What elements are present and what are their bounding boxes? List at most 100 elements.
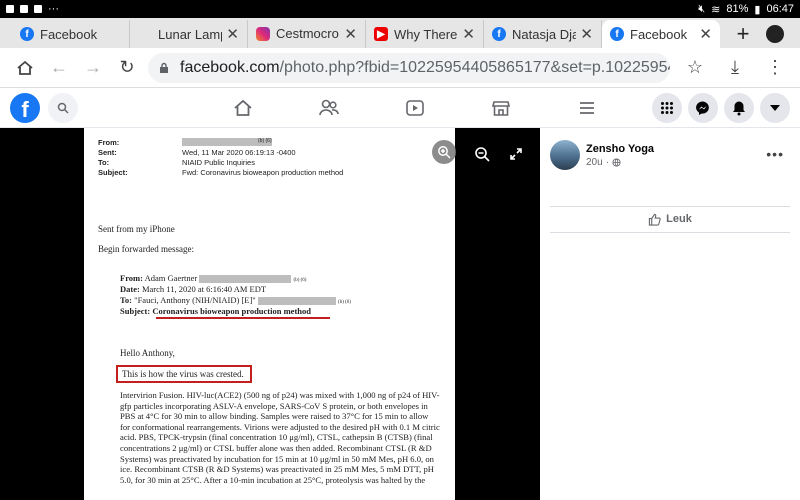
nav-marketplace[interactable] (458, 88, 544, 128)
marketplace-icon (491, 101, 511, 116)
header-value: Wed, 11 Mar 2020 06:19:13 -0400 (182, 148, 296, 157)
fwd-label: Date: (120, 284, 140, 294)
divider (550, 232, 790, 233)
fwd-label: Subject: (120, 306, 151, 316)
expand-icon (510, 148, 522, 160)
zoom-in-overlay-button[interactable] (432, 140, 456, 164)
close-tab-icon[interactable]: ✕ (226, 25, 239, 43)
like-button[interactable]: Leuk (550, 208, 790, 230)
clock: 06:47 (766, 3, 794, 15)
email-header-subject: Subject: Fwd: Coronavirus bioweapon prod… (98, 168, 343, 177)
video-icon (406, 100, 424, 116)
forwarded-to: To: "Fauci, Anthony (NIH/NIAID) [E]" (b)… (120, 295, 351, 306)
browser-tab-active[interactable]: f Facebook ✕ (602, 20, 720, 48)
mute-icon: 🔇︎ (698, 2, 706, 15)
header-key: Subject: (98, 168, 128, 177)
messenger-button[interactable] (688, 92, 718, 123)
apps-menu-button[interactable] (652, 92, 682, 123)
browser-tab[interactable]: ▶ Why There are ✕ (366, 20, 484, 48)
close-tab-icon[interactable]: ✕ (462, 25, 475, 43)
more-options-button[interactable]: ••• (766, 146, 784, 162)
fullscreen-button[interactable] (504, 142, 528, 166)
tab-title: Why There are (394, 26, 458, 42)
email-header-sent: Sent: Wed, 11 Mar 2020 06:19:13 -0400 (98, 148, 296, 157)
incognito-icon[interactable] (766, 25, 784, 43)
divider (550, 206, 790, 207)
facebook-icon: f (492, 27, 506, 41)
messenger-icon (696, 100, 709, 115)
redaction-label: (b) (6) (338, 300, 351, 305)
tab-title: Cestmocro 🇳🇱 (276, 26, 340, 41)
hamburger-icon (580, 102, 594, 114)
document-body: Intervirion Fusion. HIV-luc(ACE2) (500 n… (120, 390, 440, 485)
browser-tab[interactable]: Lunar Lamp™ ✕ (130, 20, 248, 48)
nav-menu[interactable] (544, 88, 630, 128)
post-author-name[interactable]: Zensho Yoga (586, 143, 654, 155)
fwd-subject-value: Coronavirus bioweapon production method (152, 306, 311, 316)
tab-title: Lunar Lamp™ (158, 26, 222, 42)
browser-tab[interactable]: Cestmocro 🇳🇱 ✕ (248, 20, 366, 48)
sent-from-line: Sent from my iPhone (98, 224, 175, 234)
search-button[interactable] (48, 92, 78, 123)
photo-viewer: From: (b) (6) Sent: Wed, 11 Mar 2020 06:… (0, 128, 540, 500)
close-tab-icon[interactable]: ✕ (580, 25, 593, 43)
download-button[interactable]: ⤓ (718, 51, 752, 85)
menu-button[interactable]: ⋮ (758, 51, 792, 85)
forward-button[interactable]: → (76, 51, 110, 85)
fwd-value: March 11, 2020 at 6:16:40 AM EDT (141, 284, 267, 294)
bookmark-star-button[interactable]: ☆ (678, 51, 712, 85)
account-menu-button[interactable] (760, 92, 790, 123)
grid-icon (661, 101, 673, 114)
tab-title: Facebook (40, 26, 98, 42)
more-notifications-icon: ··· (48, 3, 59, 15)
reload-button[interactable]: ↻ (110, 51, 144, 85)
redaction-label: (b) (6) (258, 138, 272, 144)
post-timestamp[interactable]: 20u (586, 157, 603, 168)
battery-level: 81% (726, 3, 749, 15)
forwarded-from: From: Adam Gaertner (b) (6) (120, 273, 306, 284)
nav-home[interactable] (200, 88, 286, 128)
back-button[interactable]: ← (42, 51, 76, 85)
redaction-bar (199, 275, 292, 284)
caret-down-icon (770, 104, 780, 111)
fwd-label: To: (120, 295, 132, 305)
youtube-icon: ▶ (374, 27, 388, 41)
avatar[interactable] (550, 140, 580, 170)
post-side-panel: Zensho Yoga 20u · ••• Leuk (540, 128, 800, 500)
email-header-to: To: NIAID Public Inquiries (98, 158, 255, 167)
dot-separator: · (605, 156, 610, 168)
nav-friends[interactable] (286, 88, 372, 128)
new-tab-button[interactable]: + (728, 20, 758, 48)
globe-icon (612, 157, 621, 167)
address-bar[interactable]: facebook.com/photo.php?fbid=102259544058… (148, 52, 670, 83)
wifi-icon: ≋ (711, 3, 721, 16)
home-button[interactable] (8, 51, 42, 85)
browser-toolbar: ← → ↻ facebook.com/photo.php?fbid=102259… (0, 48, 800, 88)
tab-title: Natasja Djaiv (512, 26, 577, 42)
facebook-main-nav (200, 88, 630, 128)
header-value: Fwd: Coronavirus bioweapon production me… (182, 168, 344, 177)
system-status-bar: ··· 🔇︎ ≋ 81% ▮ 06:47 (0, 0, 800, 18)
browser-tab[interactable]: f Facebook (12, 20, 130, 48)
facebook-header: f (0, 88, 800, 128)
post-author-block: Zensho Yoga 20u · (550, 140, 654, 170)
browser-tab[interactable]: f Natasja Djaiv ✕ (484, 20, 602, 48)
begin-forwarded-line: Begin forwarded message: (98, 244, 194, 254)
red-underline (156, 317, 330, 319)
redaction-bar (257, 297, 336, 306)
battery-icon: ▮ (754, 3, 761, 16)
zoom-in-icon (438, 146, 451, 159)
blank-favicon-icon (138, 27, 152, 41)
friends-icon (319, 99, 339, 116)
notifications-button[interactable] (724, 92, 754, 123)
close-tab-icon[interactable]: ✕ (699, 25, 712, 43)
fwd-label: From: (120, 273, 143, 283)
zoom-out-button[interactable] (470, 142, 494, 166)
nav-watch[interactable] (372, 88, 458, 128)
notification-icon (6, 5, 14, 13)
email-header-from: From: (b) (6) (98, 138, 272, 147)
close-tab-icon[interactable]: ✕ (344, 25, 357, 43)
facebook-logo-icon[interactable]: f (10, 92, 40, 123)
url-path: /photo.php?fbid=10225954405865177&set=p.… (279, 58, 670, 76)
header-value: NIAID Public Inquiries (182, 158, 255, 167)
